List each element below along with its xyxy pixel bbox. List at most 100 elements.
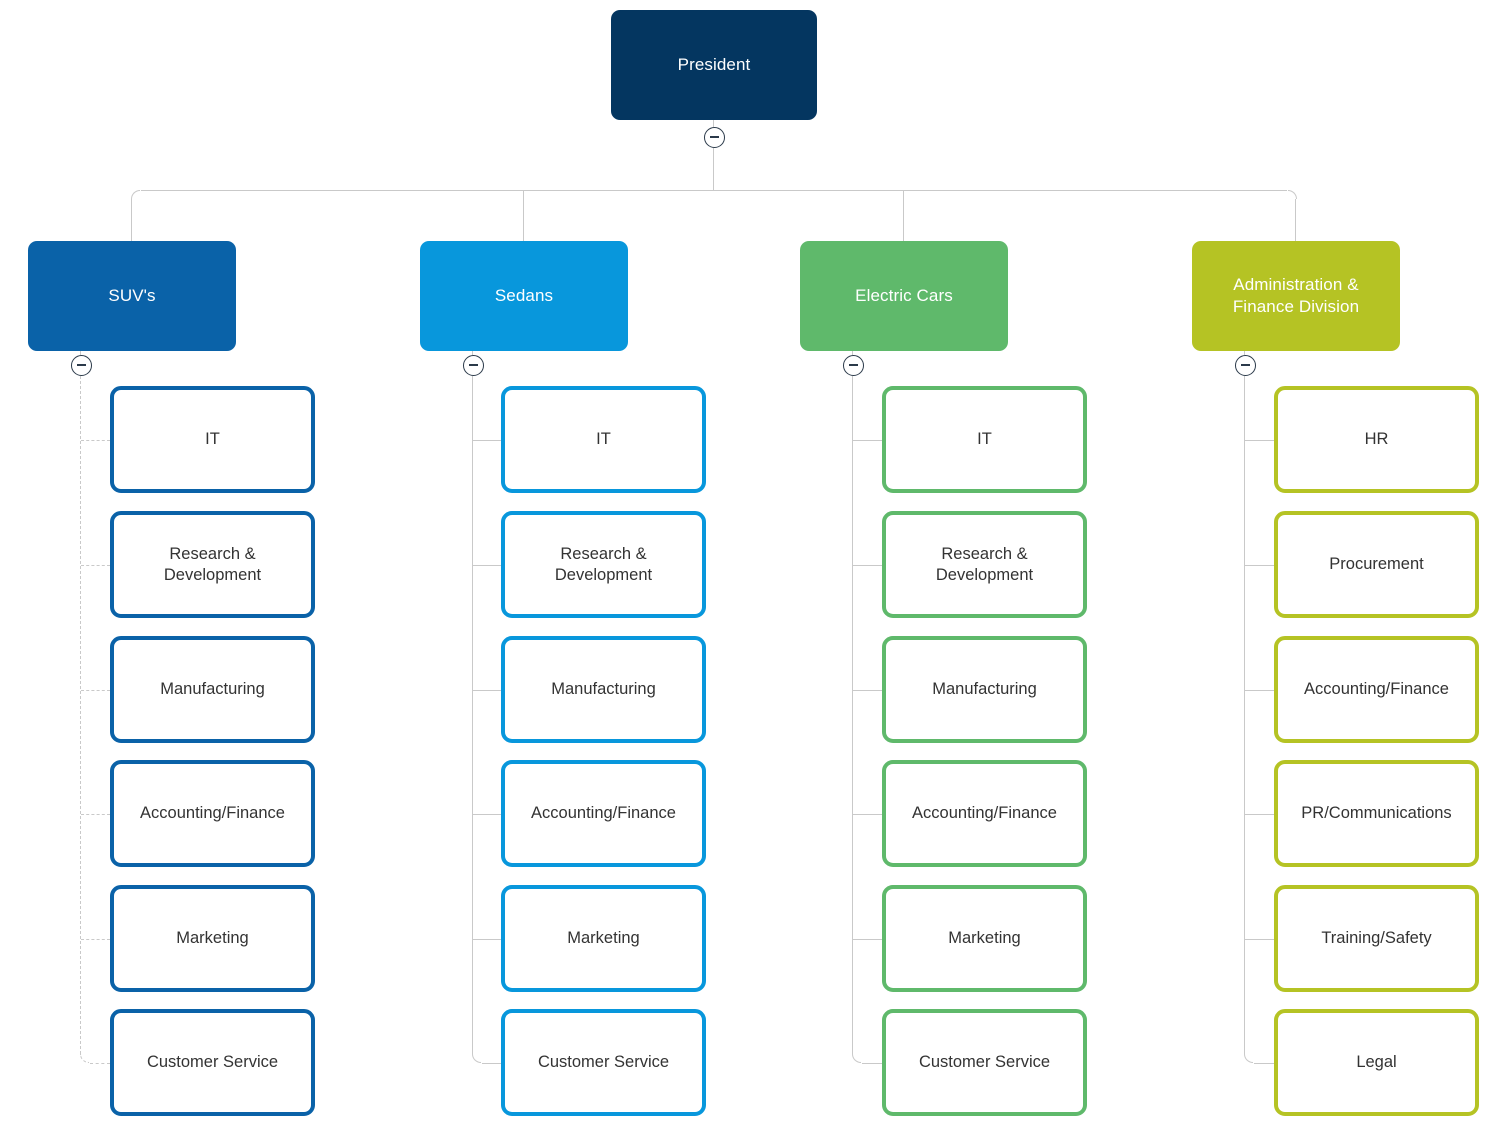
connector-branch-0-1 (81, 564, 110, 566)
connector-trunk-elbow-3 (1244, 1053, 1254, 1063)
node-leaf-label-2-3: Accounting/Finance (912, 804, 1057, 822)
connector-division-toggle-stub-2 (852, 351, 854, 355)
node-division-label-0: SUV's (108, 286, 156, 305)
node-leaf-0-2[interactable]: Manufacturing (110, 636, 315, 743)
node-leaf-label-3-5: Legal (1356, 1053, 1397, 1071)
node-leaf-label-2-4: Marketing (948, 929, 1021, 947)
minus-icon (1240, 364, 1250, 366)
toggle-division-2[interactable] (842, 354, 864, 376)
node-leaf-label-0-1: Research & Development (163, 544, 262, 584)
node-division-1[interactable]: Sedans (420, 241, 628, 351)
minus-icon (468, 364, 478, 366)
connector-branch-1-2 (473, 689, 501, 691)
node-leaf-3-0[interactable]: HR (1274, 386, 1479, 493)
node-division-label-3: Administration & Finance Division (1232, 275, 1360, 316)
node-leaf-label-1-3: Accounting/Finance (531, 804, 676, 822)
connector-trunk-elbow-2 (852, 1053, 862, 1063)
node-leaf-1-0[interactable]: IT (501, 386, 706, 493)
connector-branch-2-1 (853, 564, 882, 566)
node-leaf-3-2[interactable]: Accounting/Finance (1274, 636, 1479, 743)
node-president[interactable]: President (611, 10, 817, 120)
connector-branch-3-1 (1245, 564, 1274, 566)
node-leaf-2-2[interactable]: Manufacturing (882, 636, 1087, 743)
connector-division-drop-0 (131, 199, 133, 241)
connector-branch-3-2 (1245, 689, 1274, 691)
minus-icon (709, 136, 719, 138)
node-leaf-3-5[interactable]: Legal (1274, 1009, 1479, 1116)
node-leaf-label-3-2: Accounting/Finance (1304, 680, 1449, 698)
connector-branch-2-5 (862, 1062, 882, 1064)
connector-division-toggle-stub-0 (80, 351, 82, 355)
node-leaf-label-0-2: Manufacturing (160, 680, 265, 698)
node-leaf-label-2-0: IT (977, 430, 992, 448)
node-leaf-0-3[interactable]: Accounting/Finance (110, 760, 315, 867)
connector-branch-3-0 (1245, 439, 1274, 441)
node-leaf-1-4[interactable]: Marketing (501, 885, 706, 992)
node-leaf-label-1-4: Marketing (567, 929, 640, 947)
connector-branch-0-0 (81, 439, 110, 441)
node-leaf-0-5[interactable]: Customer Service (110, 1009, 315, 1116)
minus-icon (76, 364, 86, 366)
toggle-president[interactable] (703, 126, 725, 148)
minus-icon (848, 364, 858, 366)
node-leaf-1-2[interactable]: Manufacturing (501, 636, 706, 743)
node-leaf-label-1-2: Manufacturing (551, 680, 656, 698)
node-leaf-1-3[interactable]: Accounting/Finance (501, 760, 706, 867)
connector-trunk-elbow-1 (472, 1053, 482, 1063)
connector-trunk-3 (1244, 375, 1246, 1054)
node-leaf-2-1[interactable]: Research & Development (882, 511, 1087, 618)
node-leaf-label-2-2: Manufacturing (932, 680, 1037, 698)
node-leaf-1-5[interactable]: Customer Service (501, 1009, 706, 1116)
node-leaf-label-0-4: Marketing (176, 929, 249, 947)
connector-trunk-1 (472, 375, 474, 1054)
node-leaf-3-1[interactable]: Procurement (1274, 511, 1479, 618)
node-leaf-1-1[interactable]: Research & Development (501, 511, 706, 618)
toggle-division-1[interactable] (462, 354, 484, 376)
node-leaf-label-3-3: PR/Communications (1301, 804, 1452, 822)
node-leaf-label-1-5: Customer Service (537, 1053, 670, 1071)
connector-branch-1-5 (482, 1062, 501, 1064)
node-leaf-label-2-5: Customer Service (918, 1053, 1051, 1071)
node-leaf-2-3[interactable]: Accounting/Finance (882, 760, 1087, 867)
node-leaf-3-4[interactable]: Training/Safety (1274, 885, 1479, 992)
connector-branch-0-3 (81, 813, 110, 815)
connector-bus-right-elbow (1287, 190, 1297, 199)
node-division-0[interactable]: SUV's (28, 241, 236, 351)
node-division-label-2: Electric Cars (855, 286, 953, 305)
toggle-division-0[interactable] (70, 354, 92, 376)
connector-division-toggle-stub-3 (1244, 351, 1246, 355)
org-chart-canvas: President SUV's IT Research & Development Ma… (0, 0, 1508, 1144)
node-leaf-label-3-0: HR (1364, 430, 1389, 448)
connector-bus-horizontal (141, 190, 1287, 191)
node-leaf-label-1-0: IT (596, 430, 611, 448)
node-leaf-0-4[interactable]: Marketing (110, 885, 315, 992)
node-division-3[interactable]: Administration & Finance Division (1192, 241, 1400, 351)
node-leaf-0-1[interactable]: Research & Development (110, 511, 315, 618)
toggle-division-3[interactable] (1234, 354, 1256, 376)
connector-branch-2-2 (853, 689, 882, 691)
node-leaf-label-1-1: Research & Development (554, 544, 653, 584)
connector-branch-2-0 (853, 439, 882, 441)
connector-division-drop-3 (1295, 199, 1297, 241)
connector-trunk-elbow-0 (80, 1053, 90, 1063)
connector-branch-3-4 (1245, 938, 1274, 940)
node-president-label: President (677, 55, 751, 74)
node-leaf-2-5[interactable]: Customer Service (882, 1009, 1087, 1116)
node-leaf-label-0-3: Accounting/Finance (140, 804, 285, 822)
node-leaf-2-0[interactable]: IT (882, 386, 1087, 493)
node-leaf-0-0[interactable]: IT (110, 386, 315, 493)
connector-branch-1-4 (473, 938, 501, 940)
node-leaf-label-0-0: IT (205, 430, 220, 448)
node-leaf-label-3-1: Procurement (1329, 555, 1424, 573)
node-leaf-2-4[interactable]: Marketing (882, 885, 1087, 992)
connector-branch-3-3 (1245, 813, 1274, 815)
connector-division-drop-1 (523, 190, 525, 241)
connector-bus-left-elbow (131, 190, 141, 199)
node-division-2[interactable]: Electric Cars (800, 241, 1008, 351)
connector-root-stub-bottom (713, 147, 715, 190)
connector-branch-2-4 (853, 938, 882, 940)
node-leaf-3-3[interactable]: PR/Communications (1274, 760, 1479, 867)
connector-trunk-2 (852, 375, 854, 1054)
node-leaf-label-0-5: Customer Service (146, 1053, 279, 1071)
connector-branch-1-0 (473, 439, 501, 441)
